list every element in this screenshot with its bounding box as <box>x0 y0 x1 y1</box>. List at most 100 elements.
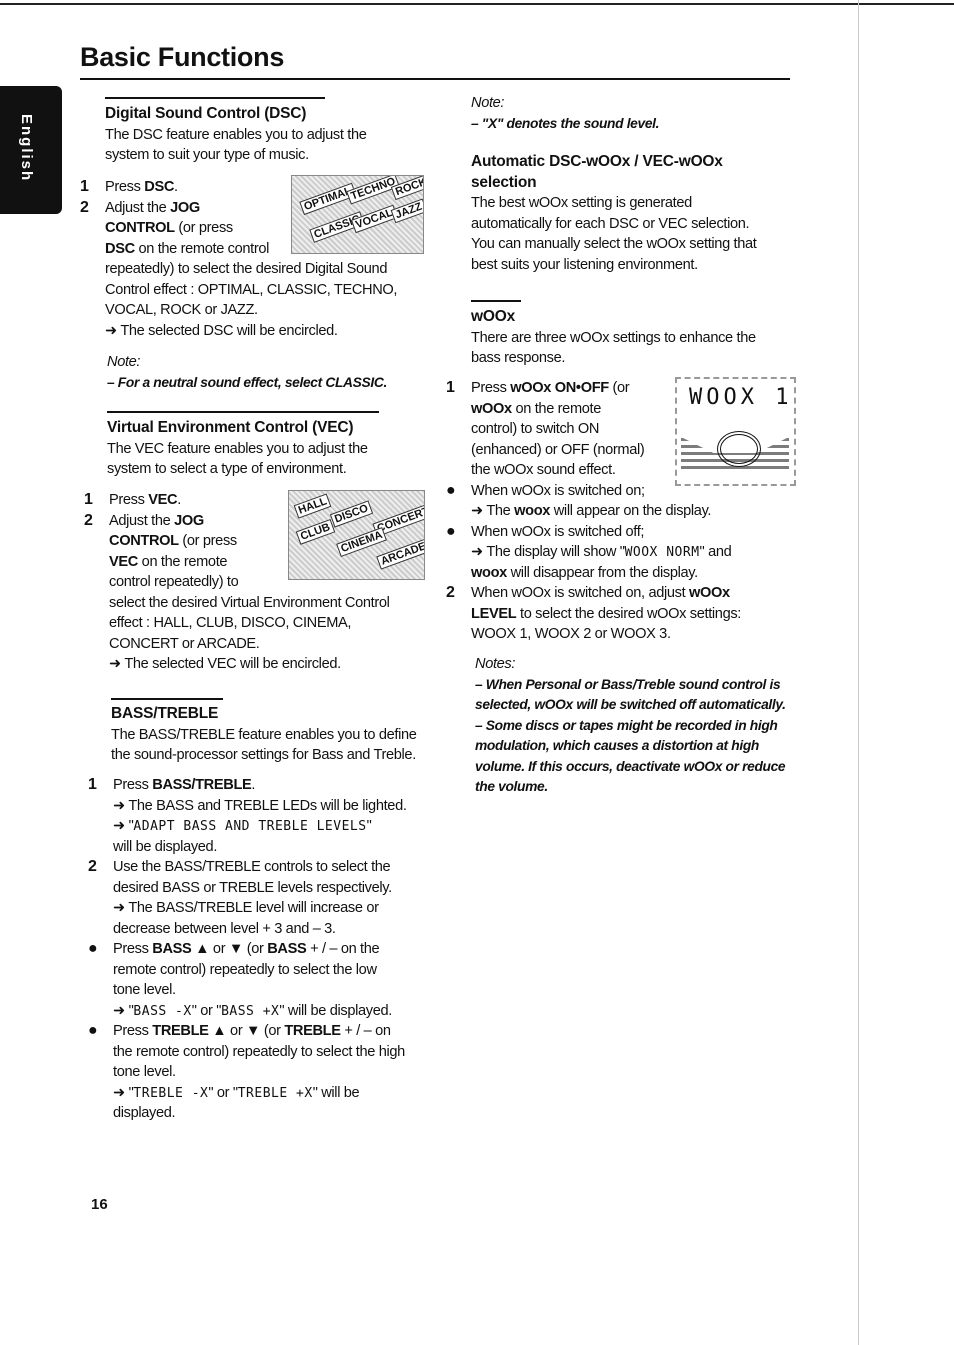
text-segment: woox <box>471 564 507 581</box>
left-text-block: BASS/TREBLE The BASS/TREBLE feature enabl… <box>111 704 417 766</box>
text-segment: – Some discs or tapes might be recorded … <box>475 717 778 733</box>
page-title: Basic Functions <box>80 42 285 72</box>
text-segment: ➜ " <box>113 1084 134 1101</box>
text-segment: volume. If this occurs, deactivate wOOx … <box>475 758 786 774</box>
text-segment: + / – on the <box>306 941 380 957</box>
text-segment: " or " <box>208 1084 238 1101</box>
step-line: 1 Press BASS/TREBLE. <box>88 775 407 796</box>
section-rule <box>107 411 379 413</box>
text-line: – "X" denotes the sound level. <box>471 114 659 135</box>
section-rule <box>111 698 223 700</box>
text-segment: bass response. <box>471 350 566 366</box>
text-segment: – When Personal or Bass/Treble sound con… <box>475 676 781 692</box>
text-segment: repeatedly) to select the desired Digita… <box>105 261 388 277</box>
text-segment: select the desired Virtual Environment C… <box>109 594 390 611</box>
text-line: effect : HALL, CLUB, DISCO, CINEMA, <box>109 613 390 634</box>
text-line: bass response. <box>471 348 756 369</box>
text-line: the wOOx sound effect. <box>471 460 741 481</box>
text-line: ➜ The BASS/TREBLE level will increase or <box>113 898 407 919</box>
step-line: ● When wOOx is switched off; <box>446 522 741 543</box>
text-segment: – "X" denotes the sound level. <box>471 115 660 131</box>
text-line: – Some discs or tapes might be recorded … <box>475 716 786 737</box>
text-segment: " or " <box>191 1002 222 1019</box>
text-segment: VEC <box>148 492 178 508</box>
text-segment: LEVEL <box>471 605 517 622</box>
text-segment: BASS <box>152 941 192 957</box>
text-line: Notes: <box>475 654 786 675</box>
text-segment: . <box>177 492 181 508</box>
step-line: 2 Use the BASS/TREBLE controls to select … <box>88 857 407 878</box>
text-segment: The DSC feature enables you to adjust th… <box>105 126 367 143</box>
text-segment: effect : HALL, CLUB, DISCO, CINEMA, <box>109 615 352 631</box>
text-segment: Press <box>105 179 145 195</box>
text-line: decrease between level + 3 and – 3. <box>113 919 407 940</box>
text-segment: Notes: <box>475 656 516 672</box>
text-segment: on the remote control <box>134 240 270 257</box>
text-segment: Press <box>109 492 149 508</box>
text-segment: the sound-processor settings for Bass an… <box>111 747 416 763</box>
text-segment: the remote control) repeatedly to select… <box>113 1043 405 1060</box>
text-segment: selection <box>471 173 537 191</box>
text-line: tone level. <box>113 1062 407 1083</box>
text-segment: wOOx ON•OFF <box>510 380 609 396</box>
step-marker: ● <box>446 481 456 499</box>
left-text-block: 1 Press BASS/TREBLE. ➜ The BASS and TREBLE… <box>88 775 407 1124</box>
text-segment: ➜ The BASS/TREBLE level will increase or <box>113 900 379 916</box>
text-segment: Use the BASS/TREBLE controls to select t… <box>113 859 391 875</box>
text-line: – For a neutral sound effect, select CLA… <box>107 373 387 394</box>
text-segment: " <box>366 818 372 834</box>
text-segment: When wOOx is switched on, adjust <box>471 585 689 601</box>
text-segment: . <box>251 777 256 793</box>
text-segment: When wOOx is switched off; <box>471 523 645 540</box>
text-segment: You can manually select the wOOx setting… <box>471 236 757 252</box>
text-segment: When wOOx is switched on; <box>471 482 645 499</box>
text-line: Note: <box>107 352 387 373</box>
text-segment: TREBLE <box>152 1023 209 1039</box>
text-segment: – For a neutral sound effect, select CLA… <box>107 374 387 390</box>
left-text-block: Digital Sound Control (DSC) The DSC featu… <box>105 104 367 166</box>
step-marker: ● <box>88 1022 98 1039</box>
text-line: ➜ "BASS -X" or "BASS +X" will be display… <box>113 1001 407 1022</box>
text-segment: DSC <box>105 240 135 257</box>
section-rule <box>105 97 325 99</box>
section-heading: Digital Sound Control (DSC) <box>105 104 366 125</box>
text-segment: ➜ The BASS and TREBLE LEDs will be light… <box>113 797 407 814</box>
text-segment: " will be displayed. <box>279 1002 392 1019</box>
text-segment: + / – on <box>340 1023 391 1039</box>
text-segment: ▲ or ▼ (or <box>191 941 268 957</box>
text-line: repeatedly) to select the desired Digita… <box>105 259 397 280</box>
right-text-block: 1 Press wOOx ON•OFF (or wOOx on the remote… <box>446 378 741 645</box>
step-marker: 2 <box>446 584 455 601</box>
text-line: selected, wOOx will be switched off auto… <box>475 695 786 716</box>
text-line: tone level. <box>113 980 407 1001</box>
text-segment: The VEC feature enables you to adjust th… <box>107 440 368 457</box>
right-text-block: Automatic DSC-wOOx / VEC-wOOx selection Th… <box>471 152 757 275</box>
text-line: The BASS/TREBLE feature enables you to d… <box>111 725 417 746</box>
section-heading: Automatic DSC-wOOx / VEC-wOOx <box>471 152 756 173</box>
text-segment: CONTROL <box>105 220 175 236</box>
text-line: system to select a type of environment. <box>107 459 368 480</box>
text-line: The DSC feature enables you to adjust th… <box>105 125 367 146</box>
text-segment: Note: <box>107 354 141 370</box>
section-heading: Virtual Environment Control (VEC) <box>107 418 368 439</box>
step-marker: ● <box>88 940 98 957</box>
step-line: 1 Press VEC. <box>84 490 390 511</box>
step-line: 1 Press DSC. <box>80 177 397 198</box>
text-segment: ➜ " <box>113 1002 134 1019</box>
text-segment: control) to switch ON <box>471 421 600 437</box>
text-segment: CONCERT or ARCADE. <box>109 635 260 652</box>
step-line: 2 Adjust the JOG <box>80 198 397 219</box>
text-segment: " and <box>699 544 732 560</box>
text-segment: ➜ The selected DSC will be encircled. <box>105 322 338 339</box>
text-line: DSC on the remote control <box>105 239 397 260</box>
text-segment: ➜ The display will show " <box>471 544 625 560</box>
text-line: – When Personal or Bass/Treble sound con… <box>475 675 786 696</box>
text-segment: ➜ The <box>471 503 515 519</box>
text-segment: woox <box>514 503 551 519</box>
step-line: ● Press TREBLE ▲ or ▼ (or TREBLE + / – on <box>88 1021 407 1042</box>
text-segment: The BASS/TREBLE feature enables you to d… <box>111 726 417 743</box>
right-text-block: wOOx There are three wOOx settings to enh… <box>471 307 756 369</box>
text-line: system to suit your type of music. <box>105 145 366 166</box>
text-line: There are three wOOx settings to enhance… <box>471 328 756 349</box>
step-line: 2 When wOOx is switched on, adjust wOOx <box>446 583 741 604</box>
